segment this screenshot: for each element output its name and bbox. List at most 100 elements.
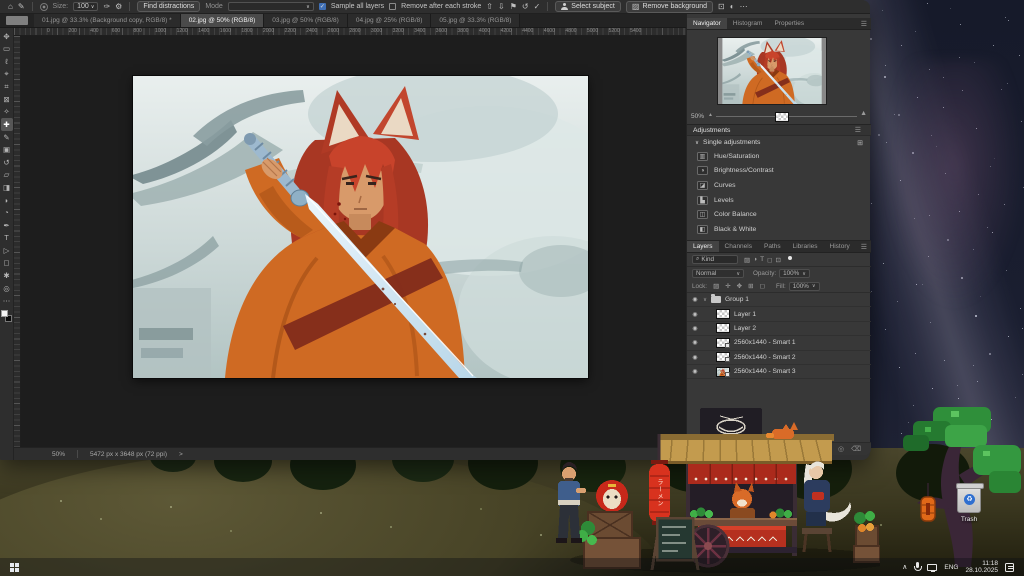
visibility-eye-icon[interactable]: ◉ (691, 368, 699, 375)
canvas-pasteboard[interactable] (21, 36, 686, 447)
document-tab[interactable]: 03.jpg @ 50% (RGB/8) (264, 14, 348, 27)
path-selection-tool-icon[interactable]: ▷ (1, 244, 13, 257)
lock-pixels-icon[interactable]: ✛ (725, 282, 730, 290)
display-icon[interactable] (927, 564, 937, 571)
sample-all-layers-checkbox[interactable]: ✓ (319, 3, 326, 10)
adjustment-item[interactable]: ▙Levels (687, 193, 871, 208)
commit-check-icon[interactable]: ✓ (534, 3, 541, 11)
panel-tab-channels[interactable]: Channels (719, 241, 758, 252)
notification-center-icon[interactable] (1005, 563, 1014, 572)
visibility-eye-icon[interactable]: ◉ (691, 354, 699, 361)
edit-toolbar-icon[interactable]: ⋯ (1, 294, 13, 307)
status-zoom[interactable]: 50% (52, 451, 65, 458)
adjustment-item[interactable]: ◪Curves (687, 178, 871, 193)
layer-row[interactable]: ◉Layer 1 (687, 307, 871, 321)
select-subject-button[interactable]: Select subject (555, 1, 621, 12)
panel-tab-navigator[interactable]: Navigator (687, 18, 727, 29)
reset-icon[interactable]: ↺ (522, 3, 529, 11)
zoom-tool-icon[interactable]: ◎ (1, 282, 13, 295)
document-tab[interactable]: 04.jpg @ 25% (RGB/8) (348, 14, 432, 27)
adjustment-item[interactable]: ◫Color Balance (687, 207, 871, 222)
panel-tab-history[interactable]: History (824, 241, 856, 252)
zoom-slider-thumb[interactable]: ▲ (775, 112, 789, 122)
thumbs-down-icon[interactable]: ⇩ (498, 3, 505, 11)
shape-tool-icon[interactable]: ◻ (1, 257, 13, 270)
microphone-icon[interactable] (914, 562, 920, 572)
layer-thumbnail[interactable] (716, 367, 730, 377)
hand-tool-icon[interactable]: ✱ (1, 269, 13, 282)
layer-row[interactable]: ◉2560x1440 - Smart 1 (687, 336, 871, 350)
flag-icon[interactable]: ⚑ (510, 3, 517, 11)
panel-menu-icon[interactable]: ☰ (851, 126, 865, 134)
document-tab[interactable]: 01.jpg @ 33.3% (Background copy, RGB/8) … (34, 14, 181, 27)
foreground-color-swatch[interactable] (1, 310, 8, 317)
filter-pixel-icon[interactable]: ▨ (744, 256, 750, 264)
tray-chevron-icon[interactable]: ∧ (902, 563, 907, 571)
object-selection-tool-icon[interactable]: ⌖ (1, 68, 13, 81)
navigator-zoom-value[interactable]: 50% (691, 113, 704, 120)
panel-tab-histogram[interactable]: Histogram (727, 18, 769, 29)
marquee-tool-icon[interactable]: ▭ (1, 43, 13, 56)
adjustment-item[interactable]: ◑Brightness/Contrast (687, 164, 871, 179)
layer-row[interactable]: ◉∨Group 1 (687, 293, 871, 307)
navigator-thumbnail[interactable] (717, 37, 827, 105)
navigator-zoom-slider[interactable]: ▲ ▲ ▲ (708, 111, 867, 121)
blur-tool-icon[interactable]: ◗ (1, 194, 13, 207)
layer-search-input[interactable]: ⌕Kind (692, 255, 738, 264)
gear-icon[interactable]: ⚙ (115, 3, 122, 11)
eraser-tool-icon[interactable]: ▱ (1, 169, 13, 182)
lock-artboard-icon[interactable]: ⊞ (748, 282, 753, 290)
thumbs-up-icon[interactable]: ⇧ (486, 3, 493, 11)
healing-brush-tool-icon[interactable]: ✚ (1, 118, 13, 131)
panel-menu-icon[interactable]: ☰ (857, 241, 871, 252)
visibility-eye-icon[interactable]: ◉ (691, 296, 699, 303)
eyedropper-tool-icon[interactable]: ✧ (1, 106, 13, 119)
fill-field[interactable]: 100%∨ (789, 282, 820, 291)
grid-view-icon[interactable]: ⊞ (857, 139, 863, 147)
opacity-field[interactable]: 100%∨ (779, 269, 810, 278)
panel-menu-icon[interactable]: ☰ (857, 18, 871, 29)
zoom-in-mountain-icon[interactable]: ▲ (860, 110, 867, 117)
type-tool-icon[interactable]: T (1, 232, 13, 245)
clock[interactable]: 11:18 28.10.2025 (965, 560, 998, 575)
size-dropdown[interactable]: 100∨ (73, 2, 98, 11)
adjustment-item[interactable]: ▥Hue/Saturation (687, 149, 871, 164)
layer-thumbnail[interactable] (716, 323, 730, 333)
layer-row[interactable]: ◉2560x1440 - Smart 2 (687, 351, 871, 365)
brush-size-preview-icon[interactable] (40, 3, 48, 11)
mode-dropdown[interactable]: ∨ (228, 2, 314, 11)
color-swatches[interactable] (1, 310, 13, 324)
crop-preview-icon[interactable]: ⊡ (718, 3, 725, 11)
lock-position-icon[interactable]: ✥ (737, 282, 742, 290)
blend-mode-dropdown[interactable]: Normal∨ (692, 269, 744, 278)
filter-type-icon[interactable]: T (760, 256, 764, 263)
more-options-icon[interactable]: ⋯ (740, 3, 748, 11)
contrast-icon[interactable]: ◐ (730, 3, 735, 11)
document-tab[interactable]: 05.jpg @ 33.3% (RGB/8) (431, 14, 520, 27)
start-button[interactable] (10, 563, 19, 572)
visibility-eye-icon[interactable]: ◉ (691, 325, 699, 332)
document-image[interactable] (133, 76, 588, 378)
layer-thumbnail[interactable] (716, 338, 730, 348)
brush-settings-icon[interactable]: ✑ (103, 3, 110, 11)
lock-all-icon[interactable]: ◻ (760, 282, 765, 290)
panel-tab-libraries[interactable]: Libraries (787, 241, 824, 252)
layer-thumbnail[interactable] (716, 309, 730, 319)
layer-row[interactable]: ◉Layer 2 (687, 322, 871, 336)
language-indicator[interactable]: ENG (944, 564, 958, 571)
status-expand-arrow[interactable]: > (179, 451, 183, 458)
filter-toggle-dot[interactable] (788, 256, 792, 260)
lock-transparency-icon[interactable]: ▨ (713, 282, 719, 290)
adjustment-item[interactable]: ◧Black & White (687, 222, 871, 237)
filter-adjustment-icon[interactable]: ◑ (753, 256, 757, 263)
filter-shape-icon[interactable]: ◻ (767, 256, 772, 264)
pen-tool-icon[interactable]: ✒ (1, 219, 13, 232)
panel-tab-layers[interactable]: Layers (687, 241, 719, 252)
layer-row[interactable]: ◉2560x1440 - Smart 3 (687, 365, 871, 379)
lasso-tool-icon[interactable]: ℓ (1, 55, 13, 68)
visibility-eye-icon[interactable]: ◉ (691, 339, 699, 346)
find-distractions-button[interactable]: Find distractions (137, 1, 200, 12)
panel-tab-paths[interactable]: Paths (758, 241, 787, 252)
gradient-tool-icon[interactable]: ◨ (1, 181, 13, 194)
brush-tool-icon[interactable]: ✎ (1, 131, 13, 144)
